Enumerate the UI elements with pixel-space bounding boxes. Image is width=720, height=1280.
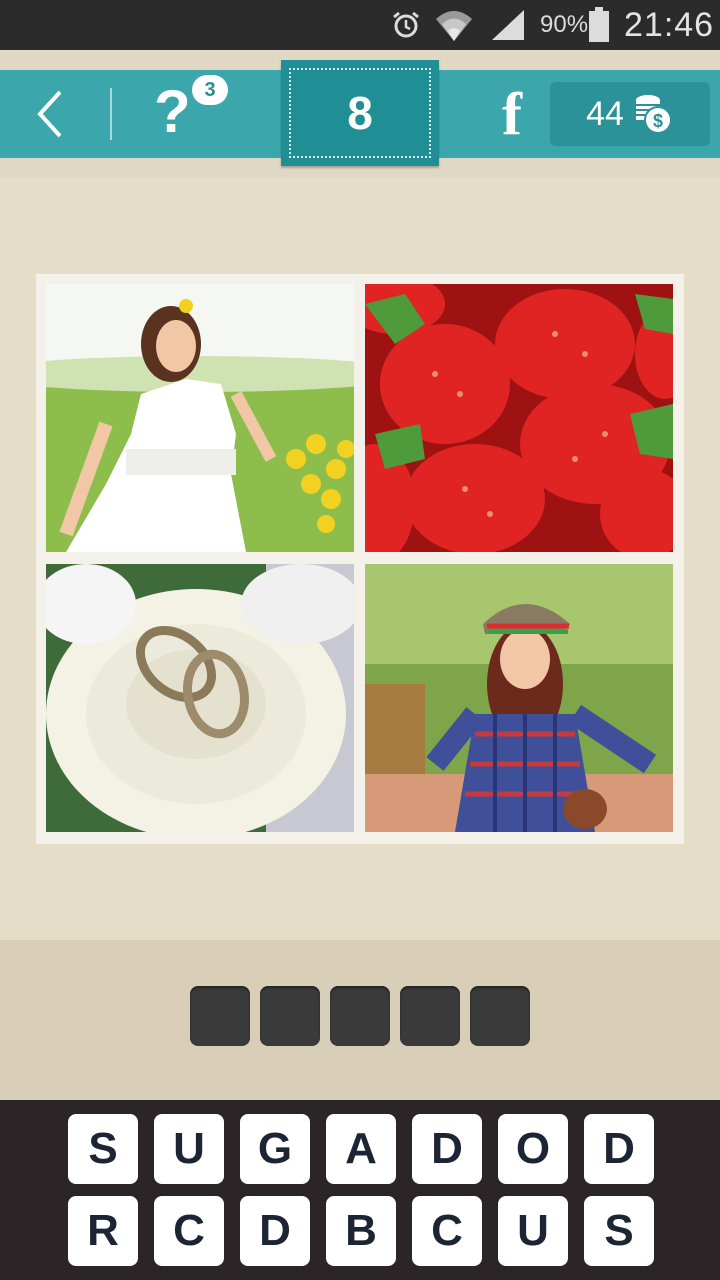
- puzzle-image-grid: [36, 274, 684, 844]
- letter-key[interactable]: R: [68, 1196, 138, 1266]
- coin-stack-icon: $: [635, 95, 672, 134]
- answer-slot[interactable]: [400, 986, 460, 1046]
- puzzle-image-woman-in-hat[interactable]: [365, 564, 673, 832]
- status-bar: 90% 21:46: [0, 0, 720, 50]
- puzzle-image-wedding-rings-rose[interactable]: [46, 564, 354, 832]
- answer-area: [0, 940, 720, 1100]
- letter-key[interactable]: S: [584, 1196, 654, 1266]
- letter-key[interactable]: D: [412, 1114, 482, 1184]
- letter-key[interactable]: C: [154, 1196, 224, 1266]
- battery-percent: 90%: [540, 11, 589, 38]
- signal-icon: [490, 0, 526, 50]
- letter-key[interactable]: C: [412, 1196, 482, 1266]
- toolbar-divider: [110, 88, 112, 140]
- level-number: 8: [289, 68, 431, 158]
- letter-key[interactable]: A: [326, 1114, 396, 1184]
- letter-row-1: SUGADOD: [68, 1114, 654, 1184]
- coins-button[interactable]: 44 $: [550, 82, 710, 146]
- level-indicator: 8: [281, 60, 439, 166]
- letter-keyboard: SUGADOD RCDBCUS: [0, 1100, 720, 1280]
- hint-count-badge: 3: [192, 75, 228, 105]
- puzzle-image-woman-white-dress[interactable]: [46, 284, 354, 552]
- letter-key[interactable]: U: [498, 1196, 568, 1266]
- answer-slot[interactable]: [260, 986, 320, 1046]
- answer-slot[interactable]: [330, 986, 390, 1046]
- letter-key[interactable]: D: [584, 1114, 654, 1184]
- letter-key[interactable]: D: [240, 1196, 310, 1266]
- puzzle-image-strawberries[interactable]: [365, 284, 673, 552]
- hint-button[interactable]: ? 3: [140, 70, 230, 158]
- back-button[interactable]: [0, 70, 100, 158]
- letter-row-2: RCDBCUS: [68, 1196, 654, 1266]
- svg-text:$: $: [653, 111, 663, 131]
- answer-slot[interactable]: [470, 986, 530, 1046]
- letter-key[interactable]: B: [326, 1196, 396, 1266]
- coins-count: 44: [586, 94, 624, 133]
- answer-slot[interactable]: [190, 986, 250, 1046]
- letter-key[interactable]: O: [498, 1114, 568, 1184]
- answer-slots: [190, 986, 530, 1046]
- letter-key[interactable]: S: [68, 1114, 138, 1184]
- battery-icon: [588, 0, 610, 50]
- chevron-left-icon: [37, 90, 62, 138]
- question-mark-icon: ?: [154, 78, 191, 145]
- clock-time: 21:46: [624, 5, 715, 44]
- alarm-icon: [390, 0, 422, 50]
- letter-key[interactable]: U: [154, 1114, 224, 1184]
- wifi-icon: [434, 0, 474, 50]
- facebook-share-button[interactable]: f: [488, 70, 536, 158]
- letter-key[interactable]: G: [240, 1114, 310, 1184]
